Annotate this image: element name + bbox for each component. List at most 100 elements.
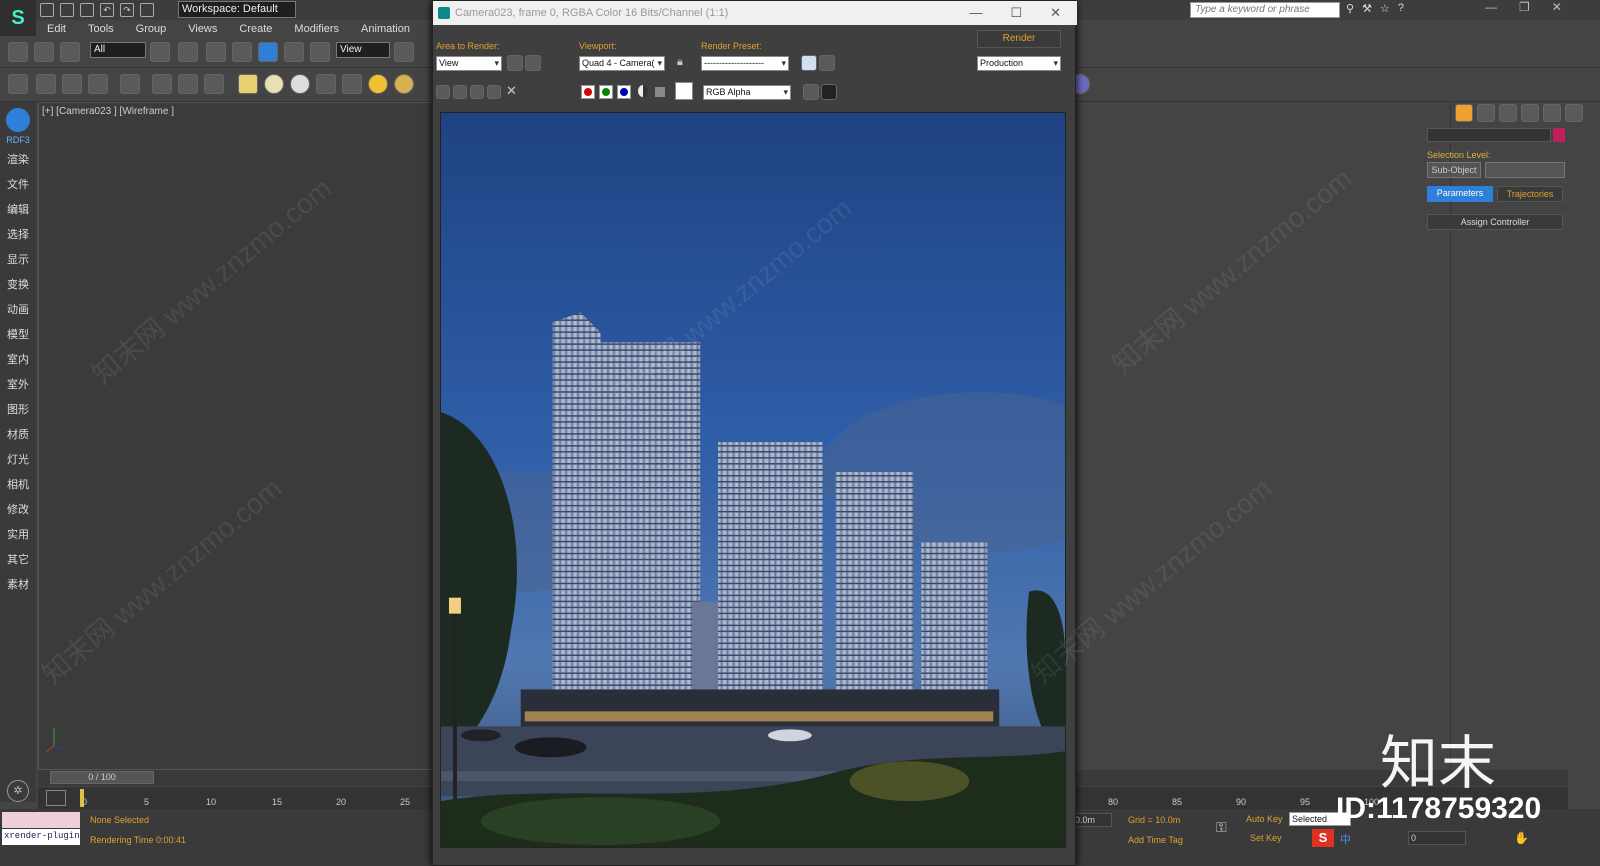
undo-icon[interactable]: ↶: [100, 3, 114, 17]
set-key-button[interactable]: Set Key: [1250, 833, 1282, 843]
sidebar-item[interactable]: 灯光: [0, 448, 36, 473]
viewport-dropdown[interactable]: Quad 4 - Camera(: [579, 56, 665, 71]
area-to-render-dropdown[interactable]: View: [436, 56, 502, 71]
sky-icon[interactable]: [394, 74, 414, 94]
sidebar-item[interactable]: 修改: [0, 498, 36, 523]
key-icon[interactable]: ⚿: [1216, 819, 1227, 836]
sidebar-item[interactable]: 室内: [0, 348, 36, 373]
menu-modifiers[interactable]: Modifiers: [283, 20, 350, 38]
sub-object-dropdown[interactable]: [1485, 162, 1565, 178]
toggle-ui-icon[interactable]: [821, 84, 837, 100]
dome-light-icon[interactable]: [178, 74, 198, 94]
monochrome-icon[interactable]: [655, 87, 665, 97]
menu-group[interactable]: Group: [125, 20, 178, 38]
minimize-icon[interactable]: —: [1485, 0, 1497, 14]
edit-region-icon[interactable]: [507, 55, 523, 71]
sphere-icon[interactable]: [264, 74, 284, 94]
maximize-icon[interactable]: ☐: [1010, 1, 1022, 25]
modify-tab-icon[interactable]: [1477, 104, 1495, 122]
cone-icon[interactable]: [342, 74, 362, 94]
pan-hand-icon[interactable]: ✋: [1514, 831, 1529, 845]
app-logo-icon[interactable]: S: [0, 0, 36, 36]
auto-region-icon[interactable]: [525, 55, 541, 71]
object-name-field[interactable]: [1427, 128, 1551, 142]
sogou-ime-icon[interactable]: S: [1312, 829, 1334, 847]
reference-coordinate-dropdown[interactable]: View: [336, 42, 390, 58]
green-channel-toggle[interactable]: [599, 85, 613, 99]
color-swatch[interactable]: [675, 82, 693, 100]
current-frame-field[interactable]: 0: [1408, 831, 1466, 845]
sidebar-item[interactable]: 显示: [0, 248, 36, 273]
window-crossing-icon[interactable]: [232, 42, 252, 62]
trajectories-tab[interactable]: Trajectories: [1497, 186, 1563, 202]
sidebar-item[interactable]: 图形: [0, 398, 36, 423]
light-icon[interactable]: [120, 74, 140, 94]
copy-image-icon[interactable]: [453, 85, 467, 99]
render-setup-icon[interactable]: [801, 55, 817, 71]
sidebar-item[interactable]: 渲染: [0, 148, 36, 173]
plugin-logo-icon[interactable]: [6, 108, 30, 132]
motion-tab-icon[interactable]: [1521, 104, 1539, 122]
ime-chinese-icon[interactable]: 中: [1340, 831, 1351, 847]
sidebar-item[interactable]: 文件: [0, 173, 36, 198]
camera-icon[interactable]: [152, 74, 172, 94]
display-channel-dropdown[interactable]: RGB Alpha: [703, 85, 791, 100]
assign-controller-rollout[interactable]: Assign Controller: [1427, 214, 1563, 230]
environment-icon[interactable]: [819, 55, 835, 71]
sidebar-item[interactable]: 其它: [0, 548, 36, 573]
display-tab-icon[interactable]: [1543, 104, 1561, 122]
sidebar-item[interactable]: 变换: [0, 273, 36, 298]
viewport-label[interactable]: [+] [Camera023 ] [Wireframe ]: [42, 106, 174, 117]
red-channel-toggle[interactable]: [581, 85, 595, 99]
star-icon[interactable]: ☆: [1380, 2, 1390, 15]
grid-icon[interactable]: [88, 74, 108, 94]
help-icon[interactable]: ?: [1398, 2, 1404, 15]
sidebar-item[interactable]: 模型: [0, 323, 36, 348]
binoculars-icon[interactable]: ⚲: [1346, 2, 1354, 15]
render-preset-dropdown[interactable]: --------------------: [701, 56, 789, 71]
object-color-swatch[interactable]: [1553, 128, 1565, 142]
link-icon[interactable]: [8, 42, 28, 62]
production-dropdown[interactable]: Production: [977, 56, 1061, 71]
redo-icon[interactable]: ↷: [120, 3, 134, 17]
sub-object-button[interactable]: Sub-Object: [1427, 162, 1481, 178]
new-file-icon[interactable]: [40, 3, 54, 17]
rotate-icon[interactable]: [284, 42, 304, 62]
hierarchy-tab-icon[interactable]: [1499, 104, 1517, 122]
region-select-icon[interactable]: [206, 42, 226, 62]
bind-icon[interactable]: [60, 42, 80, 62]
parameters-tab[interactable]: Parameters: [1427, 186, 1493, 202]
sidebar-item[interactable]: 相机: [0, 473, 36, 498]
move-icon[interactable]: [258, 42, 278, 62]
frame-counter[interactable]: 0 / 100: [50, 771, 154, 784]
sidebar-item[interactable]: 实用: [0, 523, 36, 548]
torus-icon[interactable]: [290, 74, 310, 94]
teapot-object-icon[interactable]: [316, 74, 336, 94]
tools-icon[interactable]: ⚒: [1362, 2, 1372, 15]
utilities-tab-icon[interactable]: [1565, 104, 1583, 122]
select-object-icon[interactable]: [150, 42, 170, 62]
plane-icon[interactable]: [238, 74, 258, 94]
curve-editor-icon[interactable]: [46, 790, 66, 806]
blue-channel-toggle[interactable]: [617, 85, 631, 99]
material-editor-icon[interactable]: [62, 74, 82, 94]
create-tab-icon[interactable]: [1455, 104, 1473, 122]
coordinate-z-field[interactable]: 0.0m: [1072, 813, 1112, 827]
render-icon[interactable]: [204, 74, 224, 94]
menu-animation[interactable]: Animation: [350, 20, 421, 38]
settings-icon[interactable]: ✲: [7, 780, 29, 802]
teapot-icon[interactable]: [8, 74, 28, 94]
sidebar-item[interactable]: 动画: [0, 298, 36, 323]
save-icon[interactable]: [80, 3, 94, 17]
menu-create[interactable]: Create: [228, 20, 283, 38]
menu-views[interactable]: Views: [177, 20, 228, 38]
clear-icon[interactable]: ✕: [506, 83, 517, 99]
maxscript-listener[interactable]: [2, 812, 80, 828]
sidebar-item[interactable]: 材质: [0, 423, 36, 448]
sidebar-item[interactable]: 选择: [0, 223, 36, 248]
scale-icon[interactable]: [310, 42, 330, 62]
toggle-ui-overlay-icon[interactable]: [803, 84, 819, 100]
render-setup-icon[interactable]: [36, 74, 56, 94]
auto-key-button[interactable]: Auto Key: [1246, 814, 1283, 824]
menu-edit[interactable]: Edit: [36, 20, 77, 38]
